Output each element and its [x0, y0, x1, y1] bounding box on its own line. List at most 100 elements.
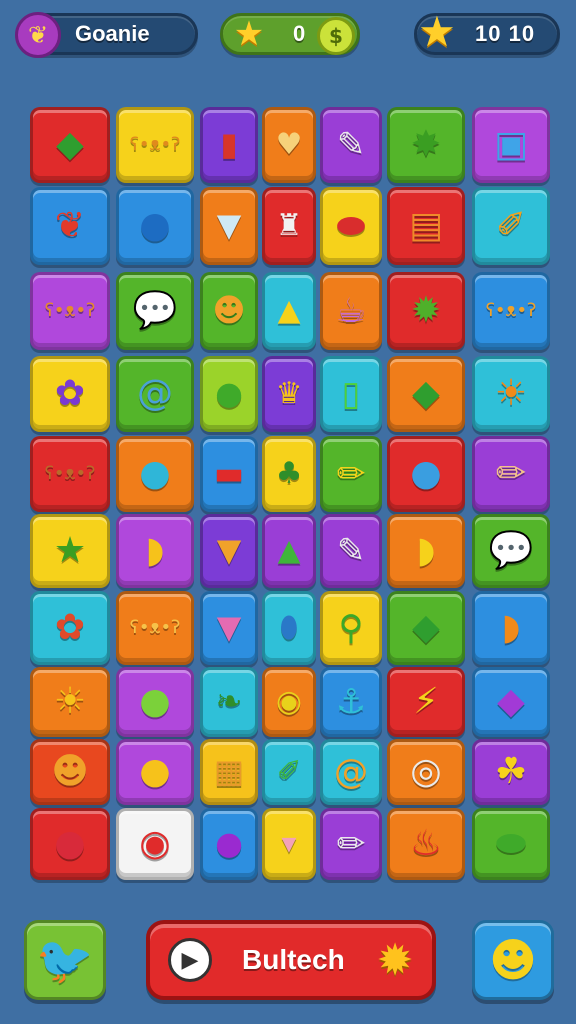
pencil-icon: ✐	[495, 205, 527, 246]
tile-pink-cone[interactable]: ▼	[200, 591, 258, 665]
tile-green-balloon[interactable]: ●	[200, 356, 258, 432]
mango-icon: ●	[139, 751, 171, 792]
paint-pot-icon: ♛	[275, 376, 303, 412]
pineapple-face-icon: ☻	[51, 751, 89, 792]
bee-button[interactable]: ☻	[472, 920, 554, 1000]
tile-sun-face[interactable]: ☀	[30, 667, 110, 737]
tile-red-chili[interactable]: ♨	[387, 808, 465, 880]
tile-plant-pot[interactable]: ♣	[262, 436, 316, 512]
tile-bear-face[interactable]: ʕ•ᴥ•ʔ	[116, 591, 194, 665]
tile-battery[interactable]: ▯	[320, 356, 382, 432]
tile-green-star-face[interactable]: ✸	[387, 107, 465, 183]
tile-pencil[interactable]: ✐	[472, 187, 550, 265]
tile-tennis-ball[interactable]: ◉	[262, 667, 316, 737]
tile-red-bird[interactable]: ●	[116, 436, 194, 512]
tile-lightning[interactable]: ⚡	[387, 667, 465, 737]
ice-cream-icon: ▼	[216, 206, 242, 245]
orange-bag-icon: ▤	[408, 205, 443, 246]
tile-green-star-face[interactable]: ★	[30, 514, 110, 588]
tile-blue-blob-face[interactable]: ●	[387, 436, 465, 512]
tile-strawberry[interactable]: ❦	[30, 187, 110, 265]
game-board: ◆ ʕ•ᴥ•ʔ ▮ ♥ ✎ ✸ ▣ ❦ ● ▼ ♜ ⬬ ▤ ✐ ʕ•ᴥ•ʔ 💬 ☻ ▲ ☕ ✹ ʕ•ᴥ•ʔ ✿ @ ● ♛ ▯ ◆ ☀…	[0, 0, 576, 900]
bird-button[interactable]: 🐦	[24, 920, 106, 1000]
tile-mango[interactable]: ●	[116, 739, 194, 805]
blue-bottle-icon: ⬮	[279, 610, 299, 646]
tile-pink-cup[interactable]: ▾	[262, 808, 316, 880]
tile-bear-face[interactable]: ʕ•ᴥ•ʔ	[30, 272, 110, 350]
tile-orange-bag[interactable]: ▤	[387, 187, 465, 265]
tile-purple-shell[interactable]: ◆	[472, 667, 550, 737]
tile-crayon[interactable]: ✏	[320, 436, 382, 512]
tile-red-berry[interactable]: ●	[30, 808, 110, 880]
swirl-lollipop-icon: @	[333, 751, 369, 792]
tile-green-monster[interactable]: ✹	[387, 272, 465, 350]
tile-orange-creature[interactable]: ☻	[200, 272, 258, 350]
red-box-icon: ▬	[213, 454, 245, 493]
tile-eggplant[interactable]: ●	[200, 808, 258, 880]
tile-fishing-rod[interactable]: ⚓	[320, 667, 382, 737]
banana-bunch-icon: ☘	[494, 751, 528, 792]
bear-face-icon: ʕ•ᴥ•ʔ	[44, 300, 96, 321]
tile-green-bottle[interactable]: ▲	[262, 514, 316, 588]
plant-pot-icon: ♣	[275, 456, 303, 492]
tile-red-ball[interactable]: ◉	[116, 808, 194, 880]
purple-flower-icon: ✿	[54, 373, 86, 414]
tile-green-lemon[interactable]: ●	[116, 667, 194, 737]
tile-orange-fish[interactable]: ◗	[472, 591, 550, 665]
tile-speech-bubble[interactable]: 💬	[116, 272, 194, 350]
tile-green-gem[interactable]: ◆	[387, 356, 465, 432]
tile-paint-jar[interactable]: ▮	[200, 107, 258, 183]
paint-bottle-icon: ▲	[277, 293, 301, 329]
red-bird-icon: ●	[139, 453, 171, 494]
tile-sun-face[interactable]: ☀	[472, 356, 550, 432]
tile-bear-face[interactable]: ʕ•ᴥ•ʔ	[472, 272, 550, 350]
tile-green-gem[interactable]: ◆	[387, 591, 465, 665]
tile-heart-cone[interactable]: ♥	[262, 107, 316, 183]
tile-crayon[interactable]: ✏	[320, 808, 382, 880]
tile-pineapple-face[interactable]: ☻	[30, 739, 110, 805]
tile-swirl-lollipop[interactable]: @	[116, 356, 194, 432]
tile-swirl-lollipop[interactable]: @	[320, 739, 382, 805]
tile-paint-pot[interactable]: ♛	[262, 356, 316, 432]
green-gem-icon: ◆	[412, 373, 440, 414]
battery-icon: ▯	[341, 373, 361, 414]
tile-paint-tube[interactable]: ✎	[320, 107, 382, 183]
tile-yellow-bird[interactable]: ◗	[387, 514, 465, 588]
tile-cookie-box[interactable]: ▦	[200, 739, 258, 805]
blue-bird-icon: ●	[139, 205, 171, 246]
tile-red-box[interactable]: ▬	[200, 436, 258, 512]
green-monster-icon: ✹	[410, 290, 442, 331]
green-leaf-icon: ❧	[215, 682, 243, 721]
tile-camera[interactable]: ◎	[387, 739, 465, 805]
camera-icon: ◎	[410, 751, 442, 792]
tile-purple-flower[interactable]: ✿	[30, 591, 110, 665]
tile-crayon[interactable]: ✏	[472, 436, 550, 512]
tile-paint-tube[interactable]: ✎	[320, 514, 382, 588]
tile-speech-bubble[interactable]: 💬	[472, 514, 550, 588]
tile-yellow-fish[interactable]: ◗	[116, 514, 194, 588]
main-action-button[interactable]: ▶ Bultech ✹	[146, 920, 436, 1000]
tile-blue-bottle[interactable]: ⬮	[262, 591, 316, 665]
red-capsule-icon: ⬬	[336, 205, 366, 246]
tile-paint-bottle[interactable]: ▲	[262, 272, 316, 350]
white-bird-icon: 🐦	[36, 932, 94, 987]
tile-ice-cream-cone[interactable]: ▼	[200, 514, 258, 588]
tile-blue-bird[interactable]: ●	[116, 187, 194, 265]
tile-red-capsule[interactable]: ⬬	[320, 187, 382, 265]
tile-green-brush[interactable]: ✐	[262, 739, 316, 805]
tile-ice-cream[interactable]: ▼	[200, 187, 258, 265]
tile-green-gem[interactable]: ⬬	[472, 808, 550, 880]
tile-green-wand[interactable]: ⚲	[320, 591, 382, 665]
tile-robot[interactable]: ▣	[472, 107, 550, 183]
tile-purple-flower[interactable]: ✿	[30, 356, 110, 432]
tile-toy-robot[interactable]: ♜	[262, 187, 316, 265]
yellow-bird-icon: ◗	[416, 530, 436, 571]
tile-bear-face[interactable]: ʕ•ᴥ•ʔ	[30, 436, 110, 512]
tile-green-leaf[interactable]: ❧	[200, 667, 258, 737]
tile-striped-cup[interactable]: ☕	[320, 272, 382, 350]
strawberry-icon: ❦	[54, 205, 86, 246]
tile-green-gem[interactable]: ◆	[30, 107, 110, 183]
tile-bear-face[interactable]: ʕ•ᴥ•ʔ	[116, 107, 194, 183]
green-star-face-icon: ✸	[410, 124, 442, 165]
tile-banana-bunch[interactable]: ☘	[472, 739, 550, 805]
